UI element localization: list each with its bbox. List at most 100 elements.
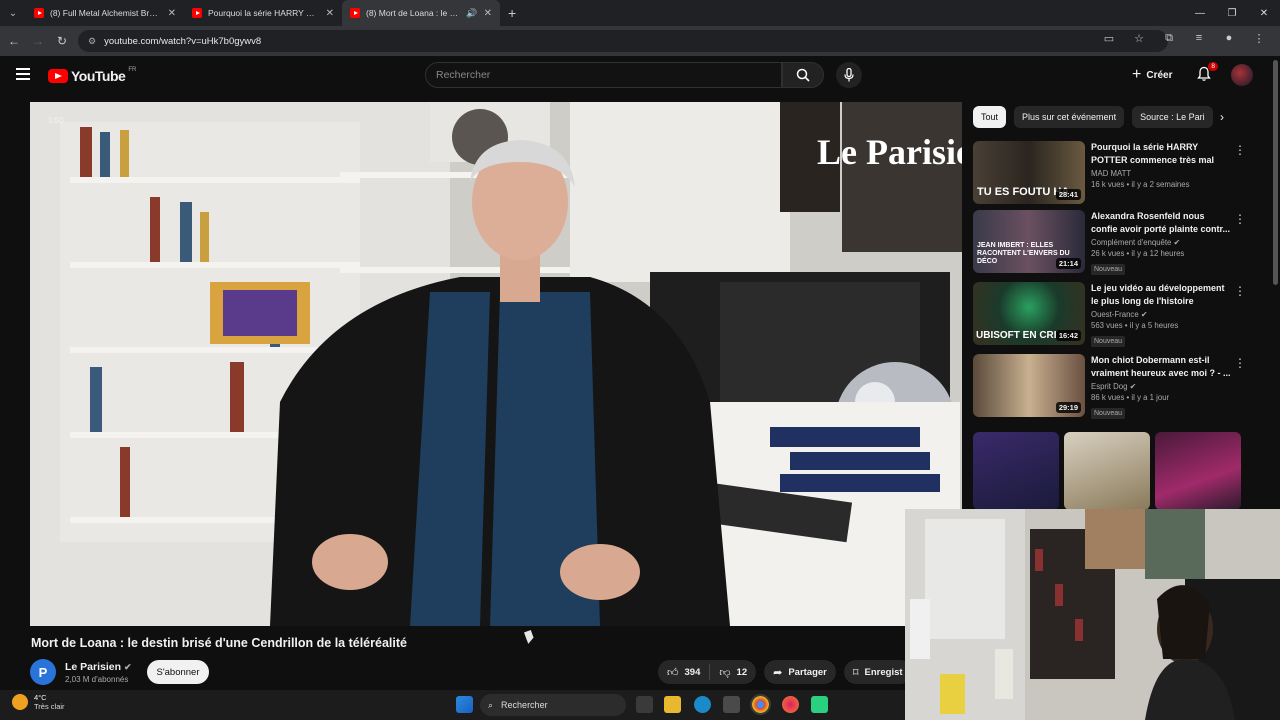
chip-source[interactable]: Source : Le Pari (1132, 106, 1213, 128)
store-icon[interactable] (723, 696, 740, 713)
reload-icon[interactable]: ↻ (50, 34, 74, 48)
cast-icon[interactable]: ▭ (1094, 32, 1124, 45)
short-thumbnail[interactable] (973, 432, 1059, 510)
tab-title: (8) Mort de Loana : le destin (366, 8, 463, 18)
recommendation-title: Alexandra Rosenfeld nous confie avoir po… (1091, 211, 1231, 234)
edge-icon[interactable] (694, 696, 711, 713)
extensions-icon[interactable]: ⧉ (1154, 32, 1184, 45)
video-time-indicator: 1:50 (48, 116, 64, 125)
search-input[interactable]: Rechercher (425, 62, 782, 88)
video-thumbnail[interactable]: UBISOFT EN CRI 16:42 (973, 282, 1085, 345)
address-bar[interactable]: ⚙ youtube.com/watch?v=uHk7b0gywv8 (78, 30, 1168, 52)
window-controls: — ❐ ✕ (1184, 0, 1280, 26)
app-icon[interactable] (811, 696, 828, 713)
menu-icon[interactable] (16, 68, 30, 80)
close-tab-icon[interactable]: ✕ (484, 8, 492, 19)
taskbar-search[interactable]: ⌕ Rechercher (480, 694, 626, 716)
weather-widget[interactable]: 4°C Très clair (12, 693, 65, 711)
browser-toolbar: ▭ ☆ ⧉ ≡ ● ⋮ (1094, 32, 1274, 45)
close-tab-icon[interactable]: ✕ (326, 8, 334, 19)
tab-search-button[interactable]: ⌄ (0, 0, 26, 26)
webcam-overlay (905, 509, 1280, 720)
video-player[interactable]: Le Parisien 1:50 (30, 102, 962, 626)
like-dislike-group: 👍︎ 394 👎︎ 12 (658, 660, 757, 684)
channel-avatar[interactable]: P (30, 659, 56, 685)
more-options-icon[interactable]: ⋮ (1234, 212, 1246, 226)
minimize-icon[interactable]: — (1184, 8, 1216, 19)
search-button[interactable] (782, 62, 824, 88)
recommendation-item[interactable]: 29:19 Mon chiot Dobermann est-il vraimen… (973, 354, 1263, 420)
site-info-icon[interactable]: ⚙ (88, 36, 96, 47)
tab-1[interactable]: (8) Full Metal Alchemist Brothe ✕ (26, 0, 184, 26)
notifications-button[interactable]: 8 (1196, 62, 1218, 82)
channel-name[interactable]: Le Parisien ✔ (65, 661, 132, 673)
close-tab-icon[interactable]: ✕ (168, 8, 176, 19)
recommendation-item[interactable]: UBISOFT EN CRI 16:42 Le jeu vidéo au dév… (973, 282, 1263, 348)
video-brand-watermark: Le Parisien (817, 132, 962, 172)
video-thumbnail[interactable]: JEAN IMBERT : ELLES RACONTENT L'ENVERS D… (973, 210, 1085, 273)
new-tab-button[interactable]: + (508, 5, 516, 21)
video-duration: 16:42 (1055, 330, 1081, 341)
youtube-favicon-icon (350, 8, 360, 18)
forward-icon[interactable]: → (26, 34, 50, 48)
video-duration: 28:41 (1055, 189, 1081, 200)
verified-icon: ✔ (1173, 238, 1181, 247)
tab-title: (8) Full Metal Alchemist Brothe (50, 8, 162, 18)
create-button[interactable]: + Créer (1132, 66, 1172, 84)
recommendation-item[interactable]: TU ES FOUTU HA 28:41 Pourquoi la série H… (973, 141, 1263, 207)
maximize-icon[interactable]: ❐ (1216, 8, 1248, 19)
back-icon[interactable]: ← (2, 34, 26, 48)
tab-2[interactable]: Pourquoi la série HARRY POTTE ✕ (184, 0, 342, 26)
voice-search-button[interactable] (836, 62, 862, 88)
video-duration: 21:14 (1055, 258, 1081, 269)
recommendation-title: Pourquoi la série HARRY POTTER commence … (1091, 142, 1215, 165)
youtube-favicon-icon (192, 8, 202, 18)
new-badge: Nouveau (1091, 336, 1126, 347)
bookmark-star-icon[interactable]: ☆ (1124, 32, 1154, 45)
tab-strip: ⌄ (8) Full Metal Alchemist Brothe ✕ Pour… (0, 0, 1280, 26)
video-thumbnail[interactable]: TU ES FOUTU HA 28:41 (973, 141, 1085, 204)
new-badge: Nouveau (1091, 264, 1126, 275)
more-menu-icon[interactable]: ⋮ (1244, 32, 1274, 45)
more-options-icon[interactable]: ⋮ (1234, 143, 1246, 157)
chevron-right-icon[interactable]: › (1220, 110, 1224, 124)
profile-icon[interactable]: ● (1214, 32, 1244, 45)
channel-info: P Le Parisien ✔ 2,03 M d'abonnés (30, 658, 132, 686)
chip-event[interactable]: Plus sur cet événement (1014, 106, 1125, 128)
verified-icon: ✔ (1129, 382, 1137, 391)
file-explorer-icon[interactable] (664, 696, 681, 713)
short-thumbnail[interactable] (1155, 432, 1241, 510)
recommendation-views: 16 k vues • il y a 2 semaines (1091, 180, 1190, 189)
url-text: youtube.com/watch?v=uHk7b0gywv8 (104, 35, 262, 47)
like-button[interactable]: 👍︎ 394 (658, 664, 711, 680)
page-scrollbar[interactable] (1273, 60, 1278, 285)
chip-all[interactable]: Tout (973, 106, 1007, 128)
windows-taskbar: 4°C Très clair ⌕ Rechercher (0, 690, 905, 720)
close-window-icon[interactable]: ✕ (1248, 8, 1280, 19)
youtube-logo[interactable]: YouTube FR (48, 67, 136, 84)
recommendation-title: Mon chiot Dobermann est-il vraiment heur… (1091, 355, 1231, 378)
tab-3-active[interactable]: (8) Mort de Loana : le destin 🔊 ✕ (342, 0, 500, 26)
chrome-icon[interactable] (750, 694, 771, 715)
speaker-icon[interactable]: 🔊 (466, 8, 477, 19)
dislike-button[interactable]: 👎︎ 12 (710, 666, 756, 679)
verified-icon: ✔ (1140, 310, 1148, 319)
save-button[interactable]: ⌑ Enregist (843, 660, 912, 684)
more-options-icon[interactable]: ⋮ (1234, 356, 1246, 370)
windows-start-icon[interactable] (456, 696, 473, 713)
account-avatar[interactable] (1231, 64, 1253, 86)
share-button[interactable]: ➦ Partager (764, 660, 836, 684)
youtube-favicon-icon (34, 8, 44, 18)
more-options-icon[interactable]: ⋮ (1234, 284, 1246, 298)
subscribe-button[interactable]: S'abonner (147, 660, 209, 684)
firefox-icon[interactable] (782, 696, 799, 713)
recommendation-item[interactable]: JEAN IMBERT : ELLES RACONTENT L'ENVERS D… (973, 210, 1263, 276)
short-thumbnail[interactable] (1064, 432, 1150, 510)
video-actions: 👍︎ 394 👎︎ 12 ➦ Partager ⌑ Enregist (658, 660, 912, 684)
recommendation-views: 86 k vues • il y a 1 jour (1091, 393, 1170, 402)
task-view-icon[interactable] (636, 696, 653, 713)
recommendation-channel: Ouest-France ✔ (1091, 310, 1148, 319)
media-icon[interactable]: ≡ (1184, 32, 1214, 45)
video-thumbnail[interactable]: 29:19 (973, 354, 1085, 417)
tab-title: Pourquoi la série HARRY POTTE (208, 8, 320, 18)
